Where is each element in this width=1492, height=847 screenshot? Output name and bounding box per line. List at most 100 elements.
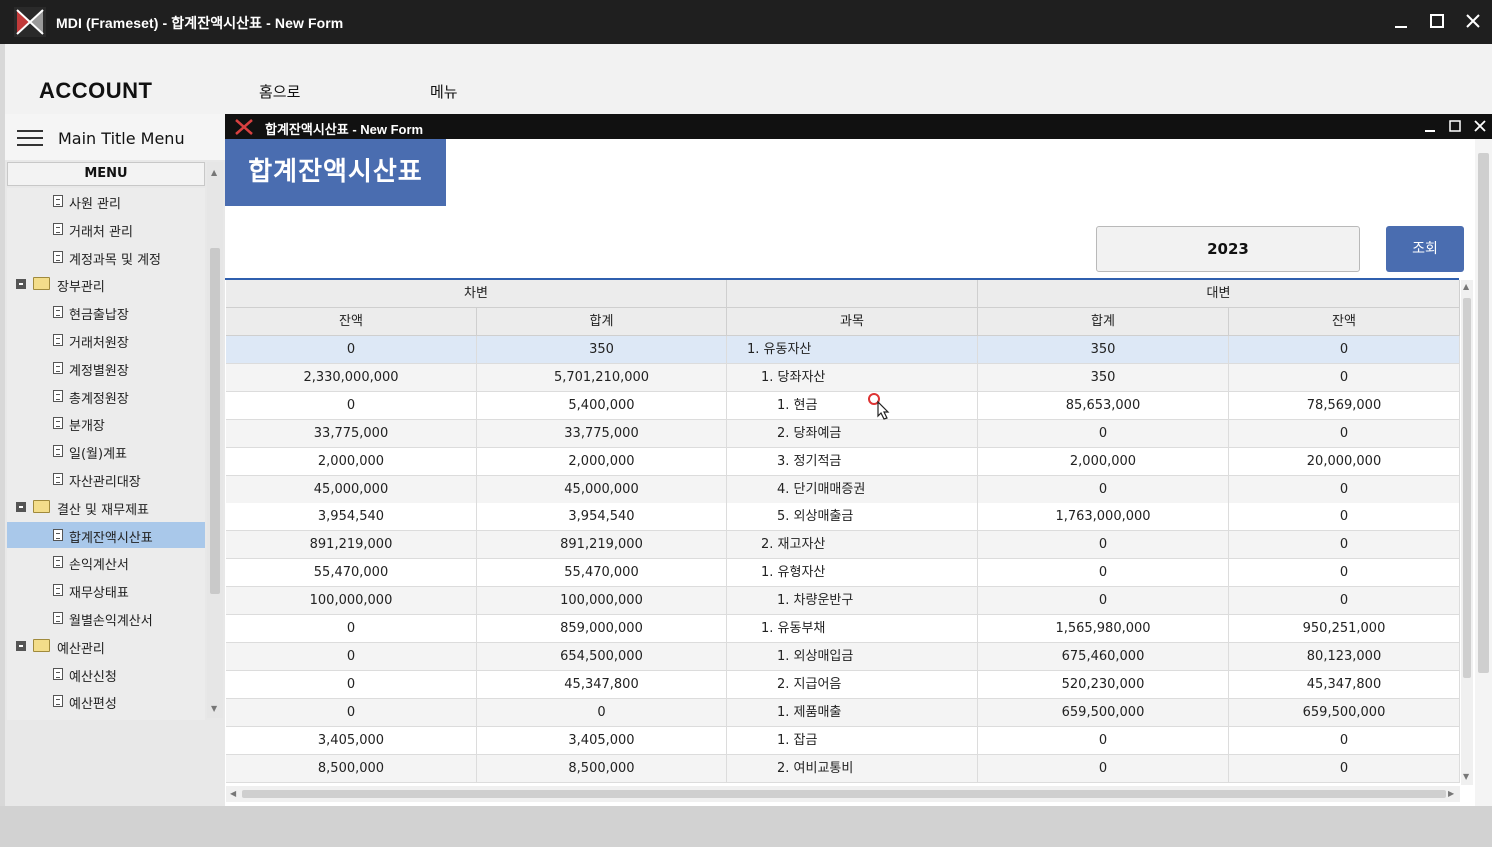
menu-tree-item[interactable]: 예산신청 [7,661,205,687]
cell-debit-total: 2,000,000 [477,447,727,475]
table-row[interactable]: 3,405,000 3,405,000 1. 잡금 0 0 [226,726,1460,755]
nav-home-link[interactable]: 홈으로 [259,81,300,102]
menu-tree-item-label: 거래처 관리 [69,224,133,240]
grid-vertical-scrollbar[interactable]: ▲ ▼ [1461,280,1473,785]
table-row[interactable]: 2,330,000,000 5,701,210,000 1. 당좌자산 350 0 [226,363,1460,392]
cell-debit-balance: 891,219,000 [226,531,477,559]
table-row[interactable]: 0 5,400,000 1. 현금 85,653,000 78,569,000 [226,391,1460,420]
cell-debit-balance: 0 [226,670,477,698]
table-row[interactable]: 3,954,540 3,954,540 5. 외상매출금 1,763,000,000 0 [226,503,1460,532]
menu-tree-item[interactable]: 예산관리 [7,633,205,659]
scroll-down-icon[interactable]: ▼ [211,704,217,713]
table-row[interactable]: 2,000,000 2,000,000 3. 정기적금 2,000,000 20,000… [226,447,1460,476]
scroll-up-icon[interactable]: ▲ [1463,282,1469,291]
menu-tree-item[interactable]: 계정과목 및 계정 [7,244,205,270]
menu-tree-item[interactable]: 총계정원장 [7,383,205,409]
table-row[interactable]: 0 859,000,000 1. 유동부채 1,565,980,000 950,251,… [226,615,1460,643]
table-row[interactable]: 0 654,500,000 1. 외상매입금 675,460,000 80,123,00… [226,642,1460,671]
col-header-account[interactable]: 과목 [727,308,978,336]
collapse-icon[interactable] [16,640,26,651]
form-vertical-scrollbar[interactable] [1475,139,1492,806]
cell-account: 1. 유동부채 [727,615,978,642]
table-row[interactable]: 33,775,000 33,775,000 2. 당좌예금 0 0 [226,419,1460,448]
table-row[interactable]: 0 0 1. 제품매출 659,500,000 659,500,000 [226,698,1460,727]
cell-credit-balance: 0 [1229,726,1460,754]
menu-tree-item[interactable]: 분개장 [7,410,205,436]
table-row[interactable]: 55,470,000 55,470,000 1. 유형자산 0 0 [226,559,1460,588]
table-row[interactable]: 891,219,000 891,219,000 2. 재고자산 0 0 [226,531,1460,560]
cell-account: 1. 잡금 [727,726,978,754]
scroll-down-icon[interactable]: ▼ [1463,772,1469,781]
cell-credit-balance: 0 [1229,336,1460,363]
col-header-credit-balance[interactable]: 잔액 [1229,308,1460,336]
document-icon [53,334,63,346]
hamburger-menu-icon[interactable] [17,128,43,148]
scroll-thumb[interactable] [242,790,1446,798]
menu-tree-item[interactable]: 일(월)계표 [7,438,205,464]
minimize-button[interactable] [1390,10,1412,32]
cell-debit-total: 3,954,540 [477,503,727,531]
cell-debit-total: 350 [477,336,727,363]
menu-tree-item[interactable]: 계정별원장 [7,355,205,381]
table-row[interactable]: 0 45,347,800 2. 지급어음 520,230,000 45,347,800 [226,670,1460,699]
child-minimize-button[interactable] [1421,116,1439,136]
document-icon [53,445,63,458]
maximize-icon [1449,120,1461,132]
menu-scrollbar[interactable]: ▲ ▼ [207,162,223,718]
menu-tree-item[interactable]: 예산편성 [7,688,205,714]
cell-credit-total: 0 [978,531,1229,559]
col-header-credit-total[interactable]: 합계 [978,308,1229,336]
menu-tree-item[interactable]: 거래처 관리 [7,216,205,242]
cell-account: 3. 정기적금 [727,447,978,475]
scroll-thumb[interactable] [1478,153,1489,673]
menu-tree-item[interactable]: 손익계산서 [7,549,205,575]
credit-group-header: 대변 [978,280,1460,308]
collapse-icon[interactable] [16,279,26,290]
close-button[interactable] [1462,10,1484,32]
menu-tree-item[interactable]: 사원 관리 [7,188,205,214]
table-row[interactable]: 100,000,000 100,000,000 1. 차량운반구 0 0 [226,587,1460,616]
cell-credit-total: 2,000,000 [978,447,1229,475]
scroll-thumb[interactable] [210,248,220,594]
menu-tree-item[interactable]: 합계잔액시산표 [7,521,205,548]
menu-tree-item[interactable]: 자산관리대장 [7,466,205,492]
cell-credit-total: 85,653,000 [978,391,1229,419]
cell-account: 2. 지급어음 [727,670,978,698]
cell-credit-balance: 0 [1229,363,1460,391]
close-icon [1474,120,1486,132]
menu-tree-item[interactable]: 재무상태표 [7,577,205,603]
year-input[interactable]: 2023 [1096,226,1360,272]
search-button[interactable]: 조회 [1386,226,1464,272]
col-header-debit-balance[interactable]: 잔액 [226,308,477,336]
cell-debit-balance: 3,954,540 [226,503,477,531]
document-icon [53,361,63,374]
scroll-right-icon[interactable]: ▶ [1448,789,1454,798]
menu-tree-item[interactable]: 장부관리 [7,271,205,297]
brand-title: ACCOUNT [39,78,153,103]
col-header-debit-total[interactable]: 합계 [477,308,727,336]
menu-tree-item[interactable]: 거래처원장 [7,327,205,353]
menu-tree-item[interactable]: 현금출납장 [7,299,205,325]
cell-account: 1. 당좌자산 [727,363,978,391]
scroll-left-icon[interactable]: ◀ [230,789,236,798]
child-maximize-button[interactable] [1446,116,1464,136]
collapse-icon[interactable] [16,501,26,512]
cell-credit-balance: 45,347,800 [1229,670,1460,698]
left-menu-panel: Main Title Menu MENU 사원 관리 거래처 관리 계정과목 및 계… [5,114,225,806]
menu-tree-item-label: 예산신청 [69,669,117,685]
grid-horizontal-scrollbar[interactable]: ◀ ▶ [226,786,1460,802]
maximize-button[interactable] [1426,10,1448,32]
cell-credit-total: 0 [978,587,1229,615]
table-row[interactable]: 8,500,000 8,500,000 2. 여비교통비 0 0 [226,754,1460,783]
cell-credit-balance: 0 [1229,419,1460,447]
nav-menu-link[interactable]: 메뉴 [430,81,458,102]
table-row[interactable]: 0 350 1. 유동자산 350 0 [226,336,1460,364]
menu-tree-item[interactable]: 월별손익계산서 [7,605,205,631]
menu-tree-item-label: 합계잔액시산표 [69,530,153,546]
scroll-thumb[interactable] [1463,298,1471,678]
menu-title: Main Title Menu [58,129,185,148]
table-row[interactable]: 45,000,000 45,000,000 4. 단기매매증권 0 0 [226,475,1460,504]
scroll-up-icon[interactable]: ▲ [211,168,217,177]
child-close-button[interactable] [1471,116,1489,136]
menu-tree-item[interactable]: 결산 및 재무제표 [7,494,205,520]
